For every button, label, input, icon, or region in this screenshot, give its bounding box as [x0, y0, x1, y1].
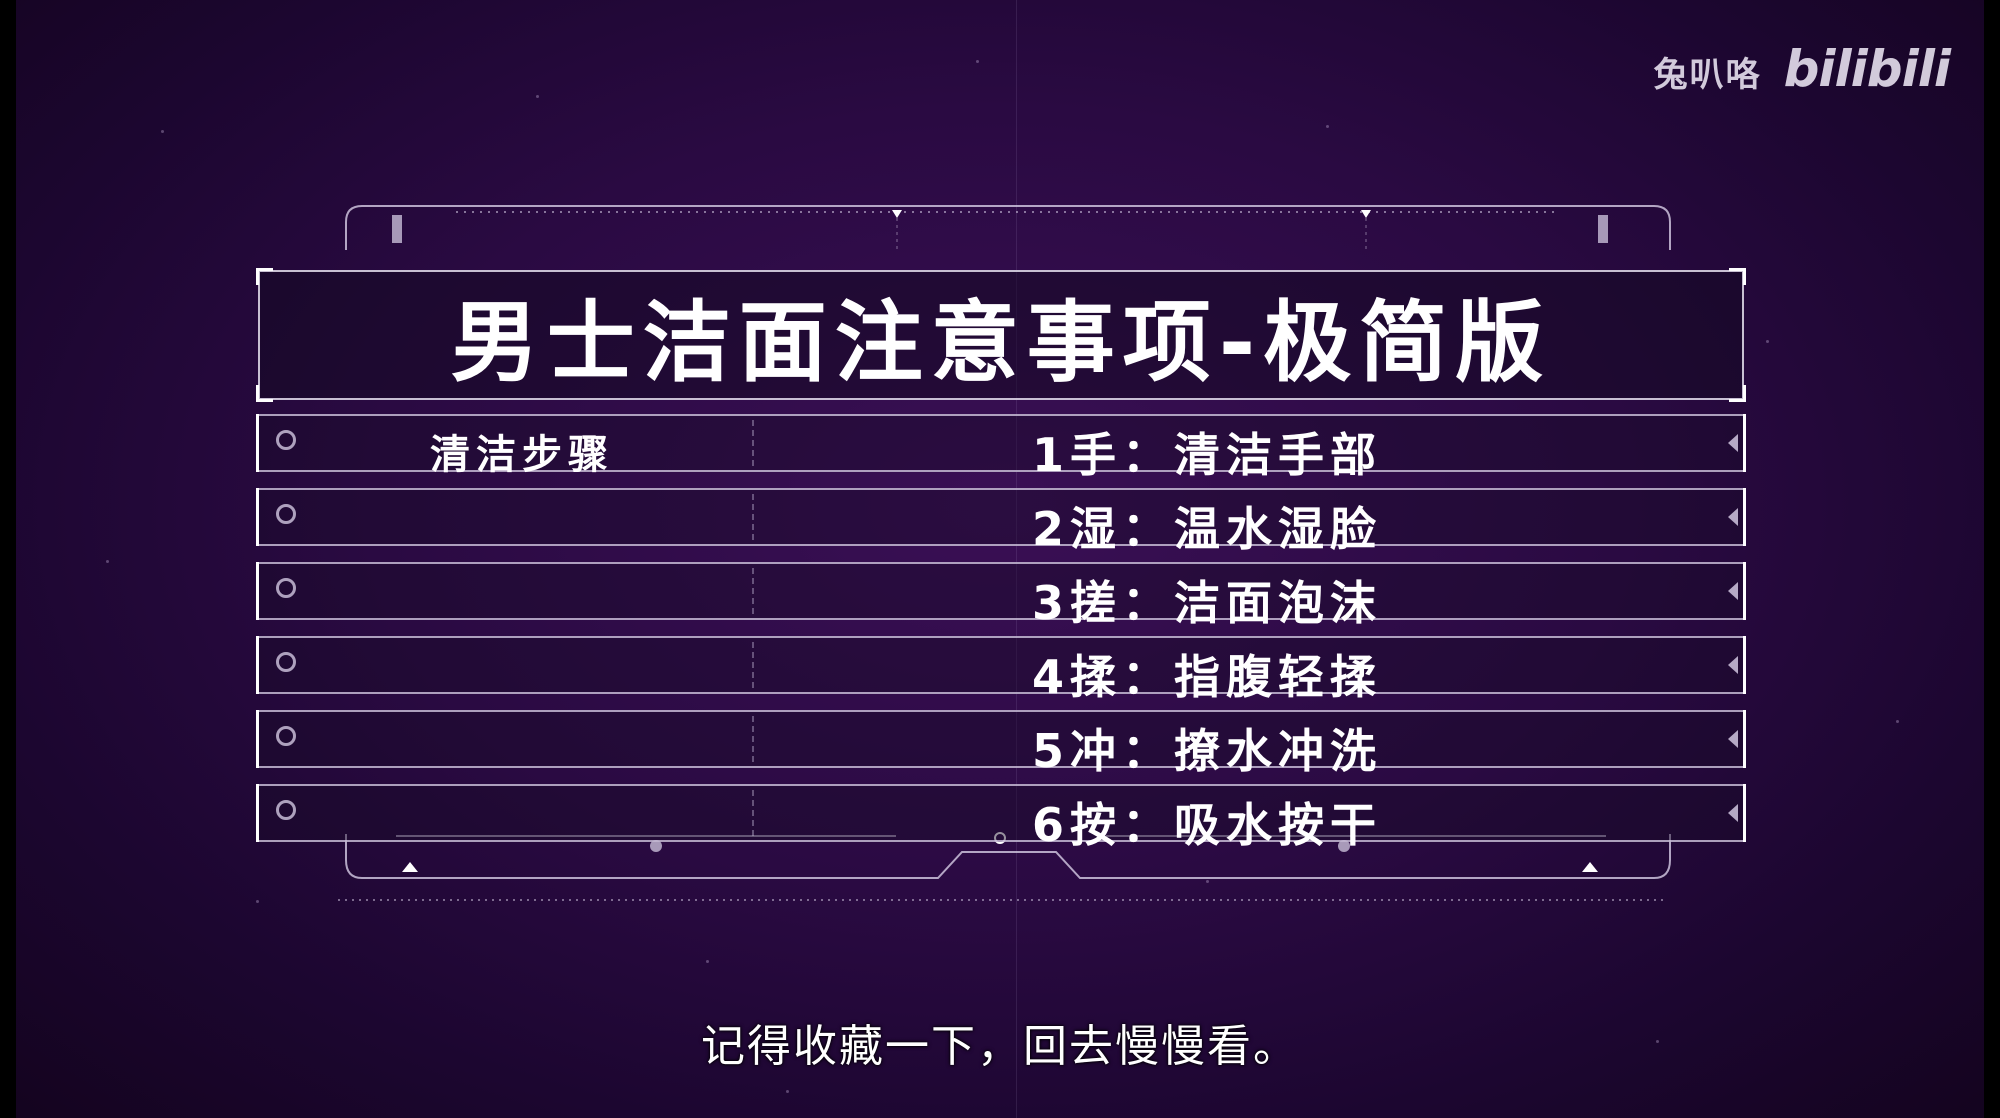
letterbox-right [1984, 0, 2000, 1118]
card-title-bar: 男士洁面注意事项-极简版 [256, 268, 1746, 402]
card-title: 男士洁面注意事项-极简版 [450, 290, 1552, 394]
video-subtitle: 记得收藏一下，回去慢慢看。 [701, 1021, 1299, 1072]
triangle-icon [1728, 434, 1738, 452]
section-label: 清洁步骤 [430, 432, 614, 478]
bilibili-watermark: 兔叭咯 bilibili [1653, 40, 1951, 98]
circle-icon [276, 726, 296, 746]
row-divider [752, 494, 754, 540]
circle-icon [276, 578, 296, 598]
triangle-icon [1728, 730, 1738, 748]
row-divider [752, 790, 754, 836]
list-item: 6按：吸水按干 [256, 784, 1746, 852]
step-text: 2湿：温水湿脸 [1032, 502, 1383, 556]
row-bracket [256, 784, 267, 842]
list-item: 3搓：洁面泡沫 [256, 562, 1746, 630]
letterbox-left [0, 0, 16, 1118]
corner-bracket [1729, 268, 1746, 285]
triangle-icon [1728, 508, 1738, 526]
corner-bracket [256, 268, 273, 285]
step-text: 4揉：指腹轻揉 [1032, 650, 1383, 704]
step-text: 3搓：洁面泡沫 [1032, 576, 1383, 630]
row-divider [752, 568, 754, 614]
row-bracket [256, 710, 267, 768]
list-item: 2湿：温水湿脸 [256, 488, 1746, 556]
list-item: 4揉：指腹轻揉 [256, 636, 1746, 704]
circle-icon [276, 430, 296, 450]
row-bracket [256, 414, 267, 472]
bilibili-logo: bilibili [1783, 40, 1951, 98]
triangle-icon [1728, 804, 1738, 822]
row-divider [752, 716, 754, 762]
row-divider [752, 642, 754, 688]
row-bracket [256, 488, 267, 546]
circle-icon [276, 800, 296, 820]
corner-bracket [1729, 385, 1746, 402]
channel-name: 兔叭咯 [1653, 55, 1762, 95]
list-item: 5冲：撩水冲洗 [256, 710, 1746, 778]
triangle-icon [1728, 656, 1738, 674]
corner-bracket [256, 385, 273, 402]
step-text: 6按：吸水按干 [1032, 798, 1383, 852]
circle-icon [276, 652, 296, 672]
step-text: 1手：清洁手部 [1032, 428, 1383, 482]
circle-icon [276, 504, 296, 524]
row-bracket [256, 636, 267, 694]
row-divider [752, 420, 754, 466]
row-bracket [256, 562, 267, 620]
triangle-icon [1728, 582, 1738, 600]
list-item: 清洁步骤 1手：清洁手部 [256, 414, 1746, 482]
steps-list: 清洁步骤 1手：清洁手部 2湿：温水湿脸 3搓：洁面泡沫 4揉：指腹轻揉 5冲：… [256, 414, 1746, 858]
step-text: 5冲：撩水冲洗 [1032, 724, 1383, 778]
